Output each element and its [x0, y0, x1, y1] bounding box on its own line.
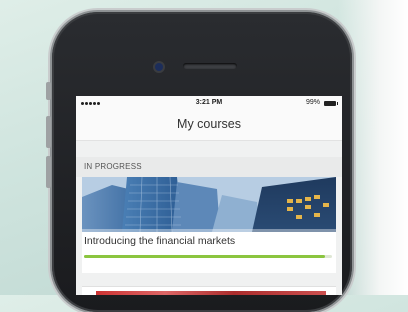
course-card[interactable]: Introducing the financial markets	[82, 177, 336, 273]
next-course-image	[96, 291, 326, 295]
earpiece-speaker	[183, 63, 237, 69]
course-progress-bar	[84, 255, 332, 258]
volume-down-button	[46, 156, 51, 188]
phone-screen: 3:21 PM 99% My courses IN PROGRESS Intro…	[76, 96, 342, 295]
course-title[interactable]: Introducing the financial markets	[84, 235, 235, 247]
course-progress-fill	[84, 255, 325, 258]
front-camera-icon	[155, 63, 163, 71]
skyscrapers-illustration	[82, 177, 336, 232]
battery-percent: 99%	[305, 99, 320, 106]
section-header-in-progress: IN PROGRESS	[76, 157, 342, 177]
status-bar: 3:21 PM 99%	[76, 96, 342, 112]
status-time: 3:21 PM	[195, 99, 223, 106]
next-course-card[interactable]	[82, 286, 336, 295]
mute-switch	[46, 82, 51, 100]
volume-up-button	[46, 116, 51, 148]
skyscrapers-image[interactable]	[82, 177, 336, 232]
battery-icon	[324, 101, 338, 106]
page-title: My courses	[76, 112, 342, 141]
